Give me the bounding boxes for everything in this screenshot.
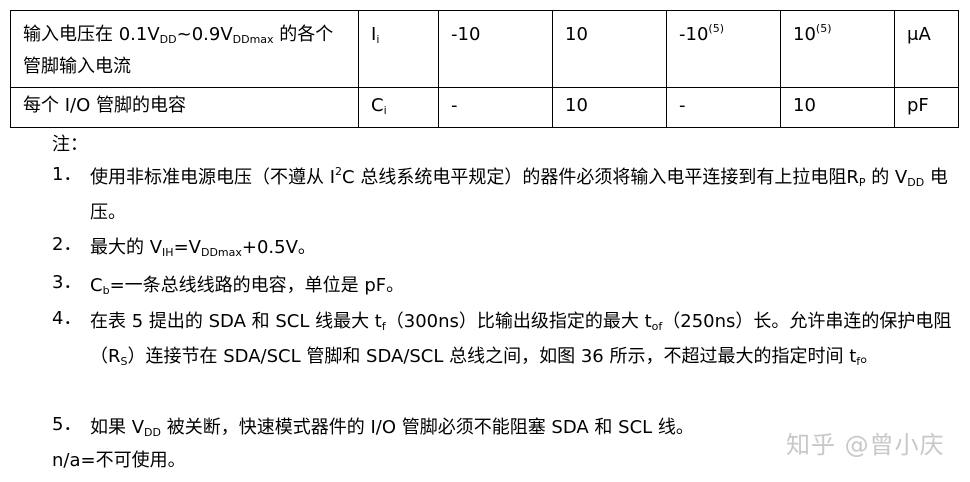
std-min-cell: -10 [438, 10, 553, 88]
note-number: 3． [52, 272, 82, 293]
note-text: 使用非标准电源电压（不遵从 I2C 总线系统电平规定）的器件必须将输入电平连接到… [90, 165, 948, 223]
note-text: 在表 5 提出的 SDA 和 SCL 线最大 tf（300ns）比输出级指定的最… [90, 311, 952, 368]
fast-max-cell: 10(5) [780, 10, 895, 88]
fast-max-cell: 10 [780, 87, 895, 128]
note-number: 5． [52, 414, 82, 435]
watermark: 知乎 @曾小庆 [786, 431, 945, 459]
note-number: 2． [52, 234, 82, 255]
std-max-cell: 10 [552, 10, 667, 88]
param-description: 输入电压在 0.1VDD~0.9VDDmax 的各个管脚输入电流 [10, 10, 359, 88]
fast-min-cell: - [666, 87, 781, 128]
note-number: 4． [52, 308, 82, 329]
std-min-cell: - [438, 87, 553, 128]
spec-table: 输入电压在 0.1VDD~0.9VDDmax 的各个管脚输入电流 Ii -10 … [10, 10, 959, 128]
note-number: 1． [52, 164, 82, 185]
note-text: Cb=一条总线线路的电容，单位是 pF。 [90, 275, 405, 297]
table-row: 每个 I/O 管脚的电容 Ci - 10 - 10 pF [10, 87, 959, 128]
note-text: 最大的 VIH=VDDmax+0.5V。 [90, 237, 316, 259]
unit-cell: μA [894, 10, 959, 88]
notes-heading: 注： [52, 134, 88, 155]
std-max-cell: 10 [552, 87, 667, 128]
na-footnote: n/a=不可使用。 [52, 450, 186, 471]
param-description: 每个 I/O 管脚的电容 [10, 87, 359, 128]
fast-min-cell: -10(5) [666, 10, 781, 88]
table-row: 输入电压在 0.1VDD~0.9VDDmax 的各个管脚输入电流 Ii -10 … [10, 10, 959, 88]
param-symbol: Ii [358, 10, 439, 88]
unit-cell: pF [894, 87, 959, 128]
param-symbol: Ci [358, 87, 439, 128]
